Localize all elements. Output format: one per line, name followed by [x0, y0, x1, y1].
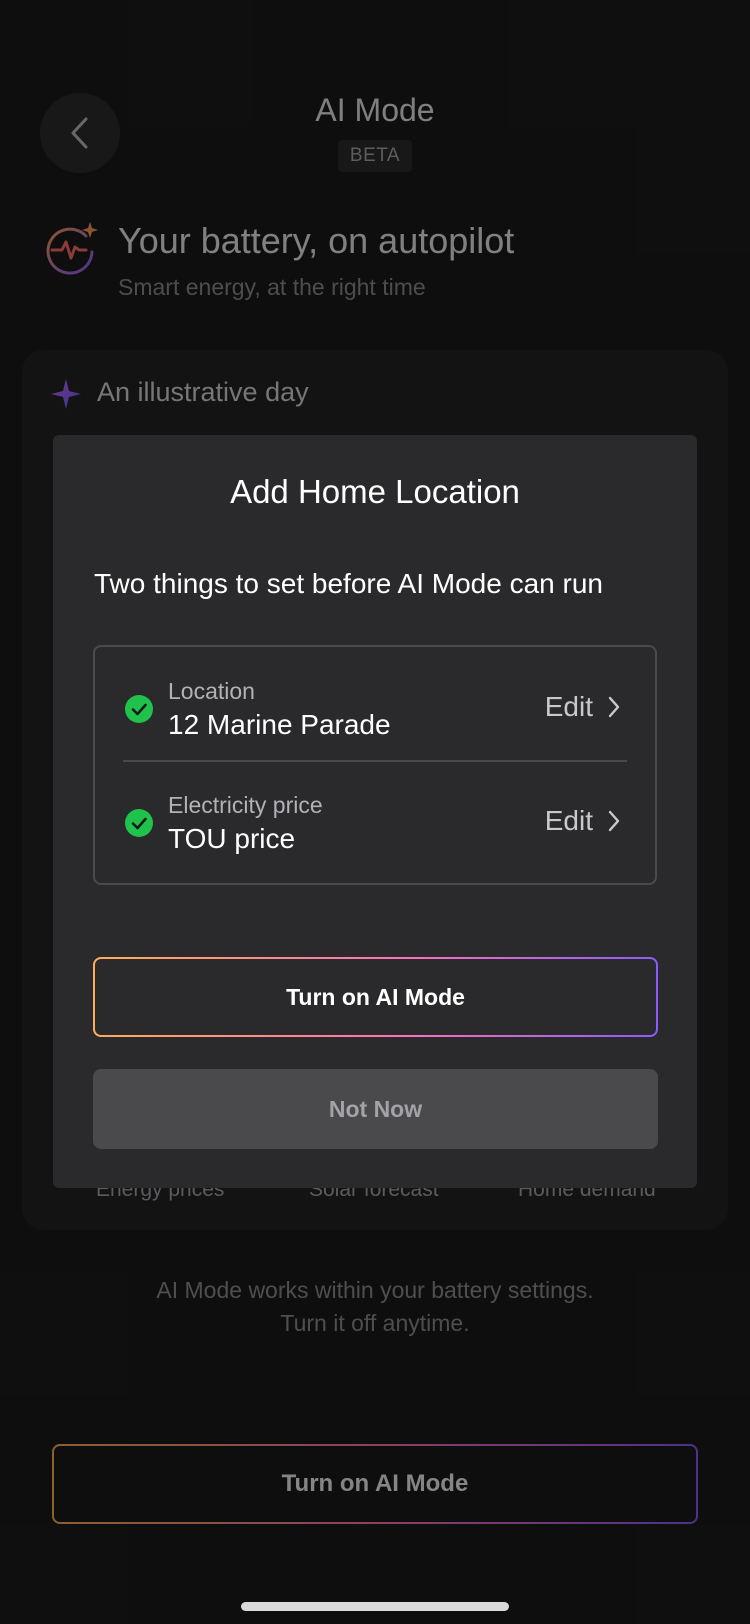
- edit-electricity-price-button[interactable]: Edit: [545, 805, 621, 837]
- edit-label: Edit: [544, 691, 593, 722]
- edit-location-button[interactable]: Edit: [545, 691, 621, 723]
- electricity-price-value: TOU price: [168, 823, 296, 854]
- location-label: Location: [168, 678, 255, 704]
- location-value: 12 Marine Parade: [168, 709, 391, 740]
- electricity-price-row[interactable]: Electricity price TOU price Edit: [95, 761, 655, 873]
- home-indicator[interactable]: [241, 1602, 509, 1611]
- chevron-right-icon: [608, 696, 620, 718]
- modal-subtitle: Two things to set before AI Mode can run: [94, 568, 603, 599]
- check-circle-icon: [125, 695, 153, 723]
- edit-label: Edit: [544, 805, 593, 836]
- chevron-right-icon: [608, 810, 620, 832]
- add-home-location-modal: Add Home Location Two things to set befo…: [53, 435, 697, 1188]
- check-circle-icon: [125, 809, 153, 837]
- not-now-button[interactable]: Not Now: [93, 1069, 658, 1149]
- setup-checklist: Location 12 Marine Parade Edit Electrici…: [93, 645, 657, 885]
- ai-mode-screen: AI Mode BETA Your battery, on autopilot …: [0, 0, 750, 1624]
- electricity-price-label: Electricity price: [168, 792, 323, 818]
- modal-turn-on-ai-mode-button[interactable]: Turn on AI Mode: [93, 957, 658, 1037]
- location-row[interactable]: Location 12 Marine Parade Edit: [95, 647, 655, 759]
- modal-title: Add Home Location: [230, 473, 520, 510]
